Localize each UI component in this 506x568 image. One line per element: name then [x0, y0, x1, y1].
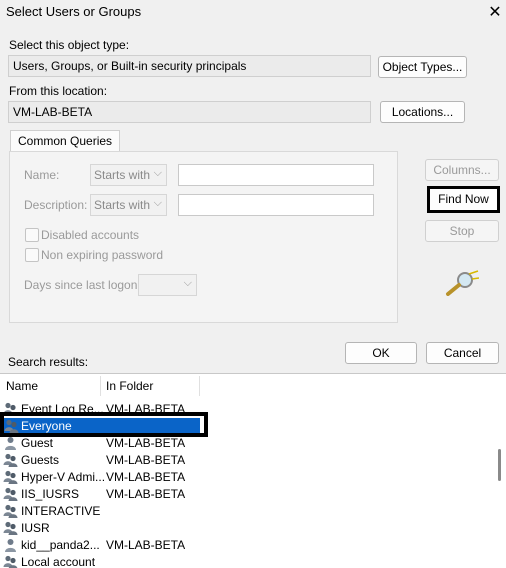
list-item-name: Guest — [21, 436, 54, 450]
chevron-down-icon: ⌵ — [153, 167, 162, 179]
name-label: Name: — [24, 168, 60, 182]
list-item[interactable]: IIS_IUSRS VM-LAB-BETA — [0, 486, 500, 503]
disabled-accounts-label: Disabled accounts — [41, 228, 140, 242]
name-input[interactable] — [178, 164, 374, 186]
days-since-logon-label: Days since last logon: — [24, 278, 141, 292]
list-item-name: IUSR — [21, 521, 50, 535]
location-field: VM-LAB-BETA — [8, 101, 371, 123]
list-item[interactable]: Local account — [0, 554, 500, 568]
close-icon[interactable]: ✕ — [488, 2, 502, 22]
list-item-folder: VM-LAB-BETA — [106, 436, 186, 450]
common-queries-panel: Name: Starts with ⌵ Description: Starts … — [9, 151, 398, 323]
cancel-button[interactable]: Cancel — [426, 342, 499, 364]
list-item-folder: VM-LAB-BETA — [106, 487, 186, 501]
description-label: Description: — [24, 198, 88, 212]
highlight-frame — [0, 412, 208, 437]
column-header-in-folder[interactable]: In Folder — [106, 379, 153, 393]
list-item-name: Local account — [21, 555, 96, 568]
list-item[interactable]: Guest VM-LAB-BETA — [0, 435, 500, 452]
find-now-button[interactable]: Find Now — [427, 186, 500, 213]
list-item[interactable]: kid__panda2... VM-LAB-BETA — [0, 537, 500, 554]
chevron-down-icon: ⌵ — [183, 277, 192, 289]
group-icon — [3, 521, 18, 535]
search-results-label: Search results: — [8, 355, 89, 369]
search-results-list[interactable]: Name In Folder Event Log Re... VM-LAB-BET… — [0, 373, 506, 568]
search-flashlight-icon — [443, 270, 480, 296]
tab-common-queries[interactable]: Common Queries — [10, 130, 121, 151]
name-mode-select[interactable]: Starts with ⌵ — [90, 164, 167, 186]
group-icon — [3, 487, 18, 501]
group-icon — [3, 504, 18, 518]
list-item-name: Hyper-V Admi... — [21, 470, 106, 484]
column-separator[interactable] — [100, 376, 101, 396]
list-item-name: IIS_IUSRS — [21, 487, 80, 501]
list-item-folder: VM-LAB-BETA — [106, 470, 186, 484]
description-mode-select[interactable]: Starts with ⌵ — [90, 194, 167, 216]
list-item-name: INTERACTIVE — [21, 504, 101, 518]
user-icon — [3, 436, 18, 450]
description-mode-value: Starts with — [94, 198, 151, 212]
dialog-title: Select Users or Groups — [6, 4, 142, 19]
locations-button[interactable]: Locations... — [380, 101, 465, 123]
object-types-button[interactable]: Object Types... — [378, 56, 467, 78]
location-label: From this location: — [9, 84, 108, 98]
scrollbar-thumb[interactable] — [498, 449, 501, 481]
name-mode-value: Starts with — [94, 168, 151, 182]
non-expiring-password-checkbox[interactable] — [25, 248, 39, 262]
ok-button[interactable]: OK — [345, 342, 417, 364]
list-item-folder: VM-LAB-BETA — [106, 453, 186, 467]
columns-button[interactable]: Columns... — [425, 159, 499, 181]
list-item[interactable]: Guests VM-LAB-BETA — [0, 452, 500, 469]
stop-button[interactable]: Stop — [425, 220, 499, 242]
list-item[interactable]: INTERACTIVE — [0, 503, 500, 520]
chevron-down-icon: ⌵ — [153, 197, 162, 209]
list-item-name: kid__panda2... — [21, 538, 100, 552]
non-expiring-password-label: Non expiring password — [41, 248, 164, 262]
list-item[interactable]: Hyper-V Admi... VM-LAB-BETA — [0, 469, 500, 486]
disabled-accounts-checkbox[interactable] — [25, 228, 39, 242]
group-icon — [3, 555, 18, 568]
user-icon — [3, 538, 18, 552]
object-type-label: Select this object type: — [9, 38, 130, 52]
object-type-field: Users, Groups, or Built-in security prin… — [8, 55, 371, 77]
list-item-folder: VM-LAB-BETA — [106, 538, 186, 552]
list-item[interactable]: IUSR — [0, 520, 500, 537]
group-icon — [3, 453, 18, 467]
days-since-logon-select[interactable]: ⌵ — [138, 274, 197, 296]
group-icon — [3, 470, 18, 484]
description-input[interactable] — [178, 194, 374, 216]
column-separator[interactable] — [199, 376, 200, 396]
column-header-name[interactable]: Name — [6, 379, 38, 393]
list-item-name: Guests — [21, 453, 60, 467]
